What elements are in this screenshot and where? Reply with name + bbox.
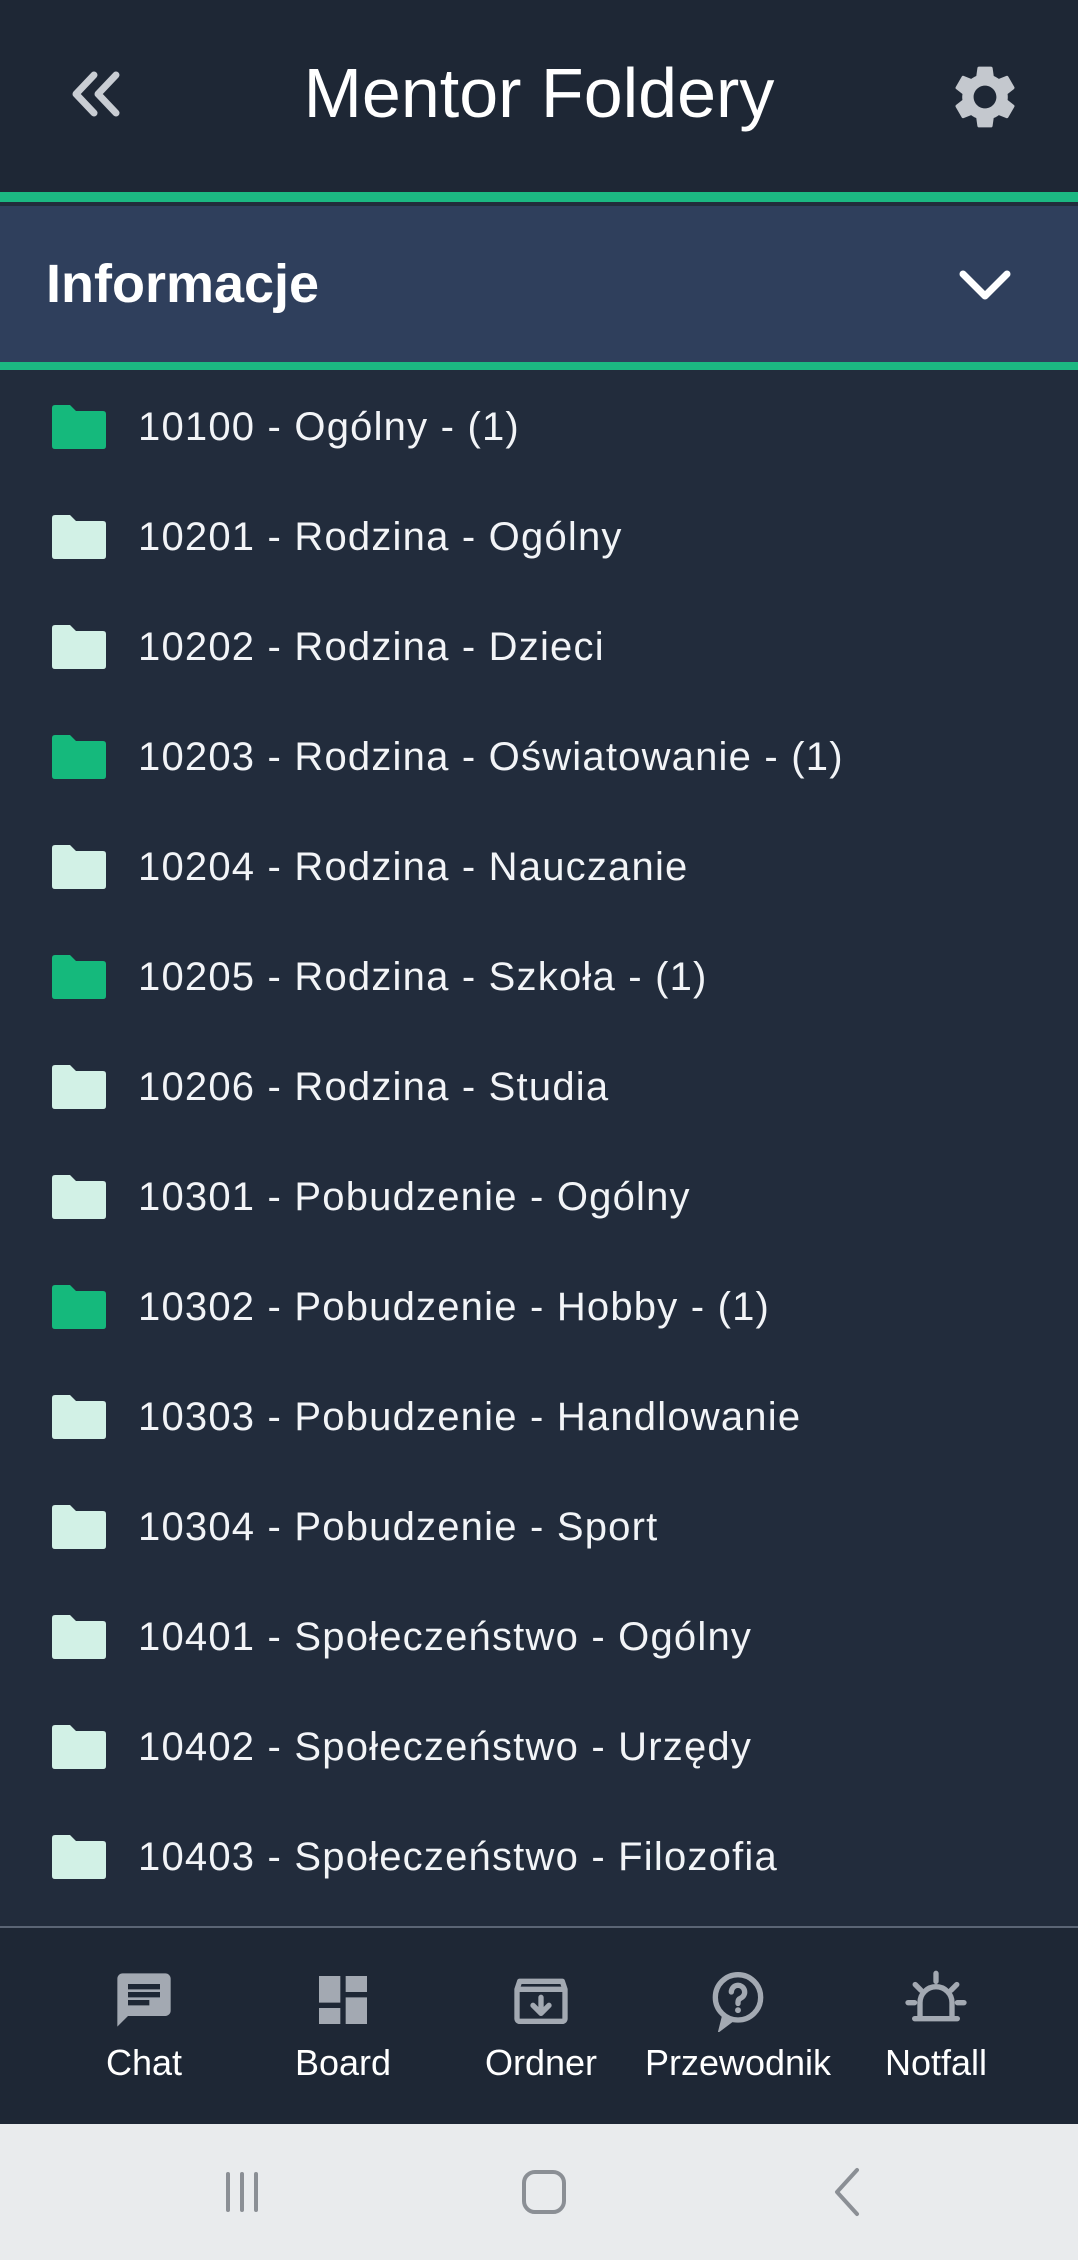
folder-list[interactable]: 10100 - Ogólny - (1) 10201 - Rodzina - Og… [0, 372, 1078, 1926]
folder-label: 10204 - Rodzina - Nauczanie [138, 844, 689, 889]
folder-icon [48, 732, 110, 782]
gear-icon [955, 66, 1015, 128]
app-bar: Mentor Foldery [0, 0, 1078, 192]
folder-item[interactable]: 10202 - Rodzina - Dzieci [0, 592, 1078, 702]
bottom-nav: Chat Board Ordner Przewodnik Notfall [0, 1926, 1078, 2124]
folder-item[interactable]: 10201 - Rodzina - Ogólny [0, 482, 1078, 592]
folder-icon [48, 1172, 110, 1222]
folder-label: 10403 - Społeczeństwo - Filozofia [138, 1834, 778, 1879]
nav-board-label: Board [294, 2042, 392, 2083]
nav-notfall[interactable]: Notfall [876, 1928, 996, 2124]
folder-label: 10100 - Ogólny - (1) [138, 404, 520, 449]
folder-item[interactable]: 10403 - Społeczeństwo - Filozofia [0, 1802, 1078, 1912]
folder-item[interactable]: 10303 - Pobudzenie - Handlowanie [0, 1362, 1078, 1472]
folder-icon [48, 1722, 110, 1772]
folder-label: 10206 - Rodzina - Studia [138, 1064, 610, 1109]
back-icon [835, 2168, 859, 2216]
settings-button[interactable] [940, 54, 1030, 140]
nav-ordner[interactable]: Ordner [478, 1928, 604, 2124]
folder-label: 10302 - Pobudzenie - Hobby - (1) [138, 1284, 771, 1329]
folder-icon [48, 1832, 110, 1882]
header-divider [0, 192, 1078, 202]
folder-label: 10202 - Rodzina - Dzieci [138, 624, 605, 669]
system-nav-bar [0, 2124, 1078, 2260]
section-divider [0, 362, 1078, 370]
chevron-down-icon [959, 270, 1011, 300]
nav-ordner-label: Ordner [484, 2042, 598, 2083]
folder-item[interactable]: 10205 - Rodzina - Szkoła - (1) [0, 922, 1078, 1032]
folder-icon [48, 512, 110, 562]
folder-icon [48, 952, 110, 1002]
dashboard-icon [311, 1968, 375, 2032]
home-icon [522, 2170, 566, 2214]
folder-item[interactable]: 10304 - Pobudzenie - Sport [0, 1472, 1078, 1582]
folder-icon [48, 622, 110, 672]
folder-label: 10203 - Rodzina - Oświatowanie - (1) [138, 734, 844, 779]
chat-icon [112, 1968, 176, 2032]
folder-icon [48, 842, 110, 892]
folder-item[interactable]: 10203 - Rodzina - Oświatowanie - (1) [0, 702, 1078, 812]
folder-icon [48, 402, 110, 452]
folder-label: 10201 - Rodzina - Ogólny [138, 514, 623, 559]
system-back-button[interactable] [798, 2152, 898, 2232]
nav-przewodnik-label: Przewodnik [644, 2042, 832, 2083]
folder-item[interactable]: 10206 - Rodzina - Studia [0, 1032, 1078, 1142]
folder-item[interactable]: 10401 - Społeczeństwo - Ogólny [0, 1582, 1078, 1692]
page-title: Mentor Foldery [303, 54, 775, 132]
alarm-light-icon [904, 1968, 968, 2032]
folder-icon [48, 1282, 110, 1332]
collapse-toggle[interactable] [940, 240, 1030, 330]
folder-item[interactable]: 10204 - Rodzina - Nauczanie [0, 812, 1078, 922]
recents-icon [226, 2172, 258, 2212]
folder-item[interactable]: 10302 - Pobudzenie - Hobby - (1) [0, 1252, 1078, 1362]
nav-chat[interactable]: Chat [94, 1928, 194, 2124]
section-title: Informacje [46, 254, 320, 314]
folder-icon [48, 1502, 110, 1552]
section-header[interactable]: Informacje [0, 206, 1078, 362]
help-icon [706, 1968, 770, 2032]
folder-label: 10402 - Społeczeństwo - Urzędy [138, 1724, 753, 1769]
folder-icon [48, 1612, 110, 1662]
folder-label: 10301 - Pobudzenie - Ogólny [138, 1174, 691, 1219]
recents-button[interactable] [192, 2152, 292, 2232]
nav-przewodnik[interactable]: Przewodnik [640, 1928, 836, 2124]
nav-notfall-label: Notfall [884, 2042, 988, 2083]
folder-item[interactable]: 10100 - Ogólny - (1) [0, 372, 1078, 482]
nav-board[interactable]: Board [286, 1928, 400, 2124]
home-button[interactable] [494, 2152, 594, 2232]
nav-chat-label: Chat [105, 2042, 183, 2083]
folder-label: 10401 - Społeczeństwo - Ogólny [138, 1614, 753, 1659]
folder-label: 10205 - Rodzina - Szkoła - (1) [138, 954, 708, 999]
archive-icon [509, 1968, 573, 2032]
folder-label: 10304 - Pobudzenie - Sport [138, 1504, 659, 1549]
folder-icon [48, 1392, 110, 1442]
folder-item[interactable]: 10301 - Pobudzenie - Ogólny [0, 1142, 1078, 1252]
folder-icon [48, 1062, 110, 1112]
folder-label: 10303 - Pobudzenie - Handlowanie [138, 1394, 802, 1439]
folder-item[interactable]: 10402 - Społeczeństwo - Urzędy [0, 1692, 1078, 1802]
